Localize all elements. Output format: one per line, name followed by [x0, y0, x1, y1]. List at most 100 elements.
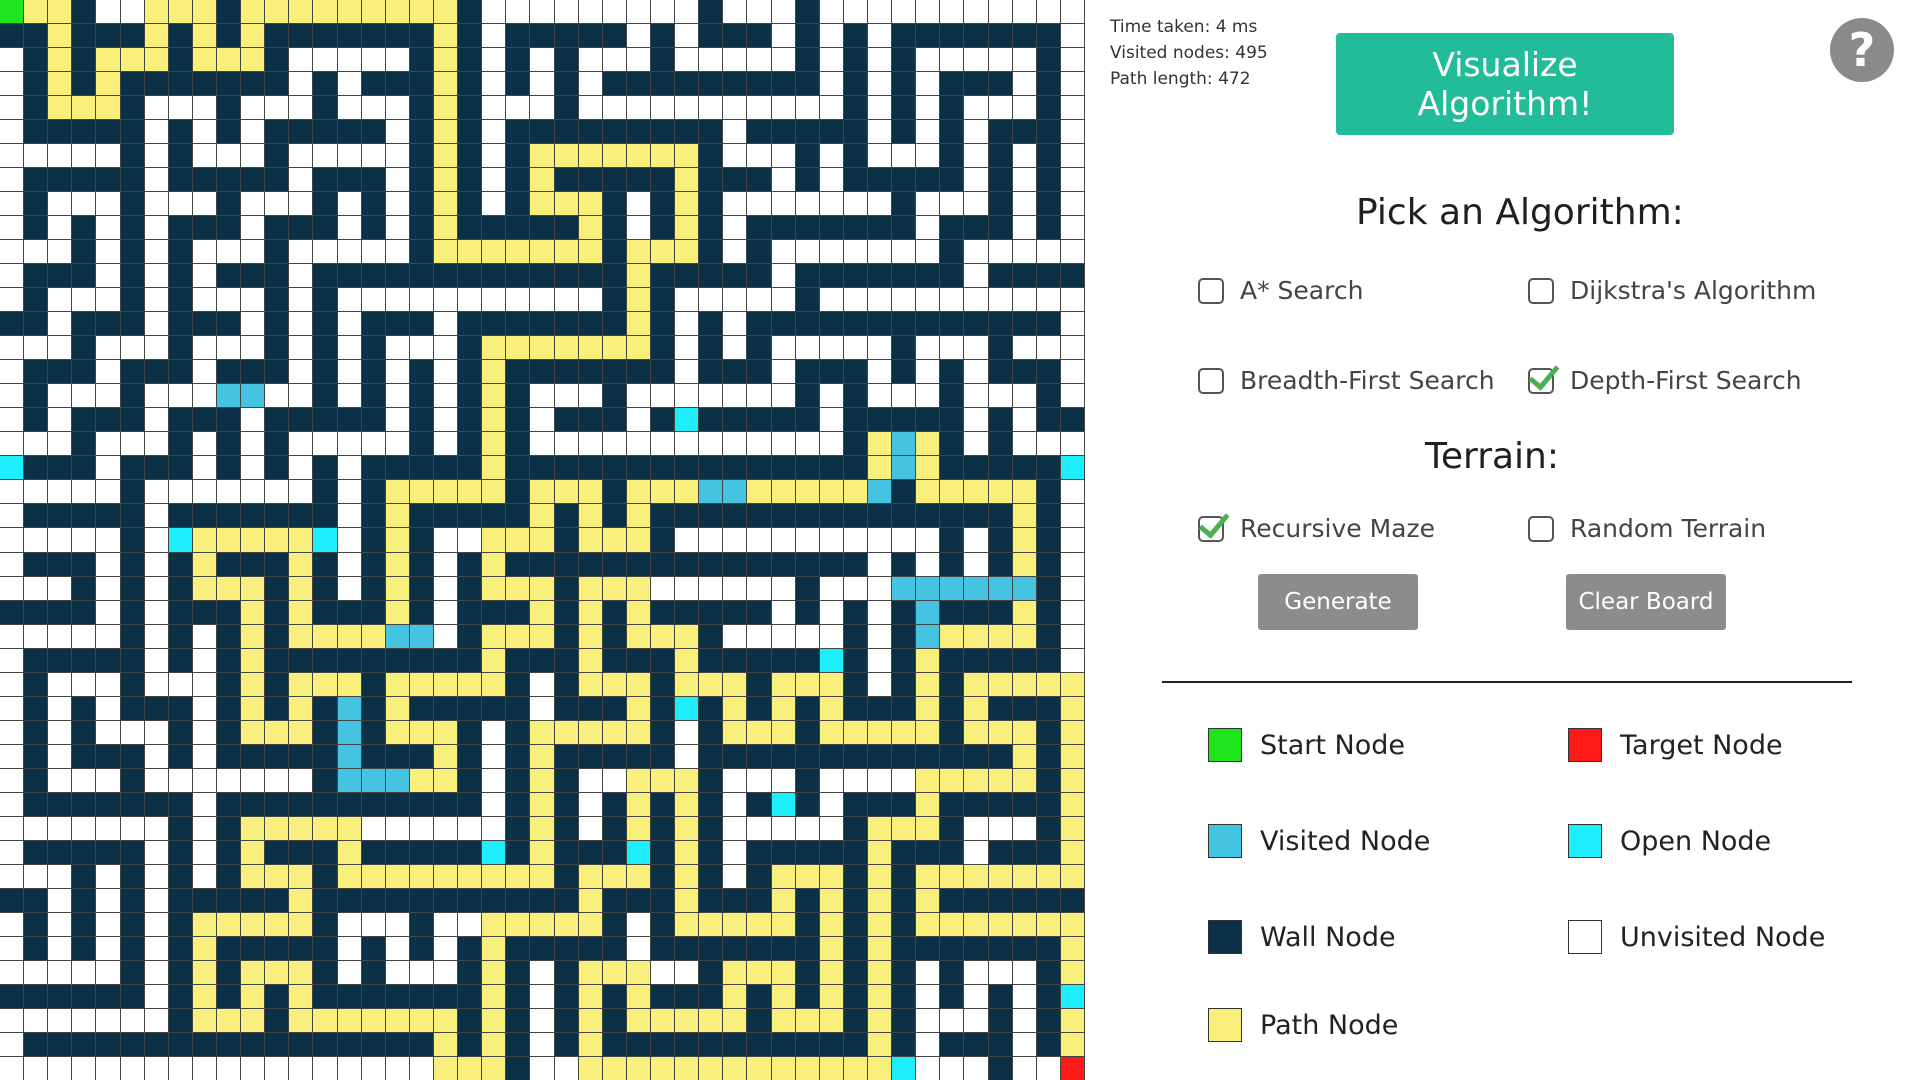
unvisited-node[interactable]: [747, 576, 771, 600]
unvisited-node[interactable]: [916, 48, 940, 72]
unvisited-node[interactable]: [867, 552, 892, 576]
wall-node[interactable]: [747, 504, 771, 528]
wall-node[interactable]: [675, 552, 699, 576]
unvisited-node[interactable]: [24, 816, 48, 840]
unvisited-node[interactable]: [337, 144, 361, 168]
path-node[interactable]: [819, 672, 843, 696]
path-node[interactable]: [747, 960, 771, 984]
wall-node[interactable]: [940, 744, 964, 768]
wall-node[interactable]: [843, 408, 867, 432]
unvisited-node[interactable]: [48, 312, 72, 336]
wall-node[interactable]: [216, 984, 241, 1008]
path-node[interactable]: [530, 744, 554, 768]
unvisited-node[interactable]: [940, 0, 964, 24]
wall-node[interactable]: [843, 144, 867, 168]
wall-node[interactable]: [675, 120, 699, 144]
unvisited-node[interactable]: [433, 408, 458, 432]
unvisited-node[interactable]: [1060, 360, 1084, 384]
path-node[interactable]: [675, 216, 699, 240]
wall-node[interactable]: [795, 384, 819, 408]
unvisited-node[interactable]: [433, 936, 458, 960]
unvisited-node[interactable]: [0, 840, 24, 864]
visited-node[interactable]: [916, 600, 940, 624]
unvisited-node[interactable]: [96, 240, 120, 264]
unvisited-node[interactable]: [265, 384, 289, 408]
path-node[interactable]: [241, 48, 265, 72]
wall-node[interactable]: [892, 336, 916, 360]
wall-node[interactable]: [265, 1032, 289, 1056]
wall-node[interactable]: [361, 984, 385, 1008]
wall-node[interactable]: [1036, 480, 1060, 504]
wall-node[interactable]: [72, 408, 96, 432]
wall-node[interactable]: [241, 168, 265, 192]
unvisited-node[interactable]: [506, 96, 530, 120]
unvisited-node[interactable]: [602, 48, 626, 72]
path-node[interactable]: [819, 984, 843, 1008]
path-node[interactable]: [72, 96, 96, 120]
wall-node[interactable]: [24, 48, 48, 72]
path-node[interactable]: [530, 768, 554, 792]
wall-node[interactable]: [24, 168, 48, 192]
path-node[interactable]: [482, 552, 506, 576]
checkbox-icon[interactable]: [1528, 515, 1554, 542]
wall-node[interactable]: [867, 312, 892, 336]
wall-node[interactable]: [699, 840, 723, 864]
wall-node[interactable]: [482, 600, 506, 624]
wall-node[interactable]: [72, 648, 96, 672]
unvisited-node[interactable]: [289, 1056, 313, 1080]
wall-node[interactable]: [892, 264, 916, 288]
unvisited-node[interactable]: [337, 1056, 361, 1080]
wall-node[interactable]: [24, 264, 48, 288]
path-node[interactable]: [819, 960, 843, 984]
path-node[interactable]: [626, 528, 650, 552]
unvisited-node[interactable]: [337, 480, 361, 504]
wall-node[interactable]: [699, 936, 723, 960]
path-node[interactable]: [867, 864, 892, 888]
wall-node[interactable]: [361, 720, 385, 744]
wall-node[interactable]: [120, 264, 144, 288]
wall-node[interactable]: [361, 672, 385, 696]
path-node[interactable]: [1012, 480, 1036, 504]
wall-node[interactable]: [458, 888, 482, 912]
wall-node[interactable]: [216, 312, 241, 336]
wall-node[interactable]: [602, 24, 626, 48]
path-node[interactable]: [578, 1008, 602, 1032]
wall-node[interactable]: [385, 312, 409, 336]
wall-node[interactable]: [216, 456, 241, 480]
wall-node[interactable]: [337, 1032, 361, 1056]
unvisited-node[interactable]: [144, 672, 168, 696]
wall-node[interactable]: [192, 216, 216, 240]
wall-node[interactable]: [48, 648, 72, 672]
unvisited-node[interactable]: [867, 192, 892, 216]
unvisited-node[interactable]: [1060, 552, 1084, 576]
visited-node[interactable]: [241, 384, 265, 408]
open-node[interactable]: [819, 648, 843, 672]
unvisited-node[interactable]: [144, 624, 168, 648]
checkbox-icon[interactable]: [1528, 277, 1554, 304]
unvisited-node[interactable]: [144, 576, 168, 600]
checkbox-checked-icon[interactable]: [1198, 515, 1224, 542]
wall-node[interactable]: [168, 600, 192, 624]
unvisited-node[interactable]: [1060, 600, 1084, 624]
wall-node[interactable]: [506, 768, 530, 792]
wall-node[interactable]: [120, 408, 144, 432]
unvisited-node[interactable]: [1060, 288, 1084, 312]
wall-node[interactable]: [675, 1032, 699, 1056]
wall-node[interactable]: [216, 888, 241, 912]
wall-node[interactable]: [265, 456, 289, 480]
wall-node[interactable]: [530, 888, 554, 912]
wall-node[interactable]: [988, 144, 1012, 168]
unvisited-node[interactable]: [433, 576, 458, 600]
unvisited-node[interactable]: [964, 552, 988, 576]
path-node[interactable]: [867, 912, 892, 936]
unvisited-node[interactable]: [530, 72, 554, 96]
wall-node[interactable]: [313, 576, 337, 600]
unvisited-node[interactable]: [867, 336, 892, 360]
unvisited-node[interactable]: [337, 528, 361, 552]
path-node[interactable]: [530, 336, 554, 360]
wall-node[interactable]: [554, 456, 578, 480]
path-node[interactable]: [650, 624, 675, 648]
path-node[interactable]: [843, 720, 867, 744]
wall-node[interactable]: [723, 264, 747, 288]
wall-node[interactable]: [24, 312, 48, 336]
